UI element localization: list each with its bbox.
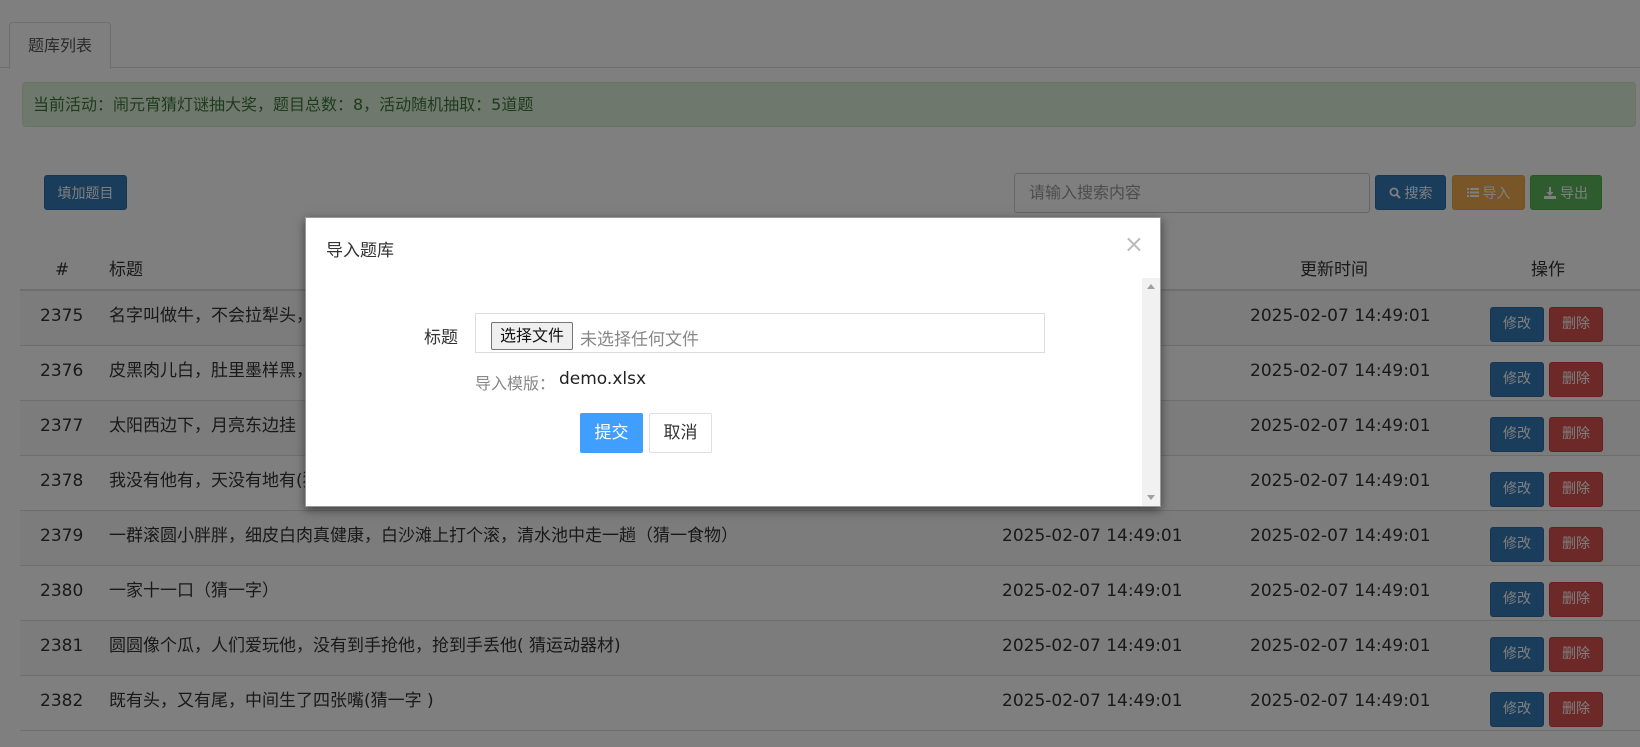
dialog-scrollbar[interactable] bbox=[1142, 278, 1160, 506]
submit-button[interactable]: 提交 bbox=[580, 413, 643, 453]
scroll-down-arrow-icon[interactable] bbox=[1147, 495, 1155, 500]
file-input[interactable]: 选择文件 未选择任何文件 bbox=[475, 313, 1045, 353]
template-download-link[interactable]: demo.xlsx bbox=[559, 369, 646, 389]
scroll-up-arrow-icon[interactable] bbox=[1147, 284, 1155, 289]
close-icon[interactable]: × bbox=[1124, 232, 1144, 256]
choose-file-button[interactable]: 选择文件 bbox=[491, 322, 574, 350]
cancel-button[interactable]: 取消 bbox=[649, 413, 712, 453]
import-dialog: 导入题库 × 标题 选择文件 未选择任何文件 导入模版： demo.xlsx 提… bbox=[305, 217, 1161, 507]
file-status-text: 未选择任何文件 bbox=[580, 330, 699, 350]
dialog-title: 导入题库 bbox=[326, 241, 394, 261]
template-label: 导入模版： bbox=[475, 374, 556, 393]
file-field-label: 标题 bbox=[424, 328, 458, 348]
